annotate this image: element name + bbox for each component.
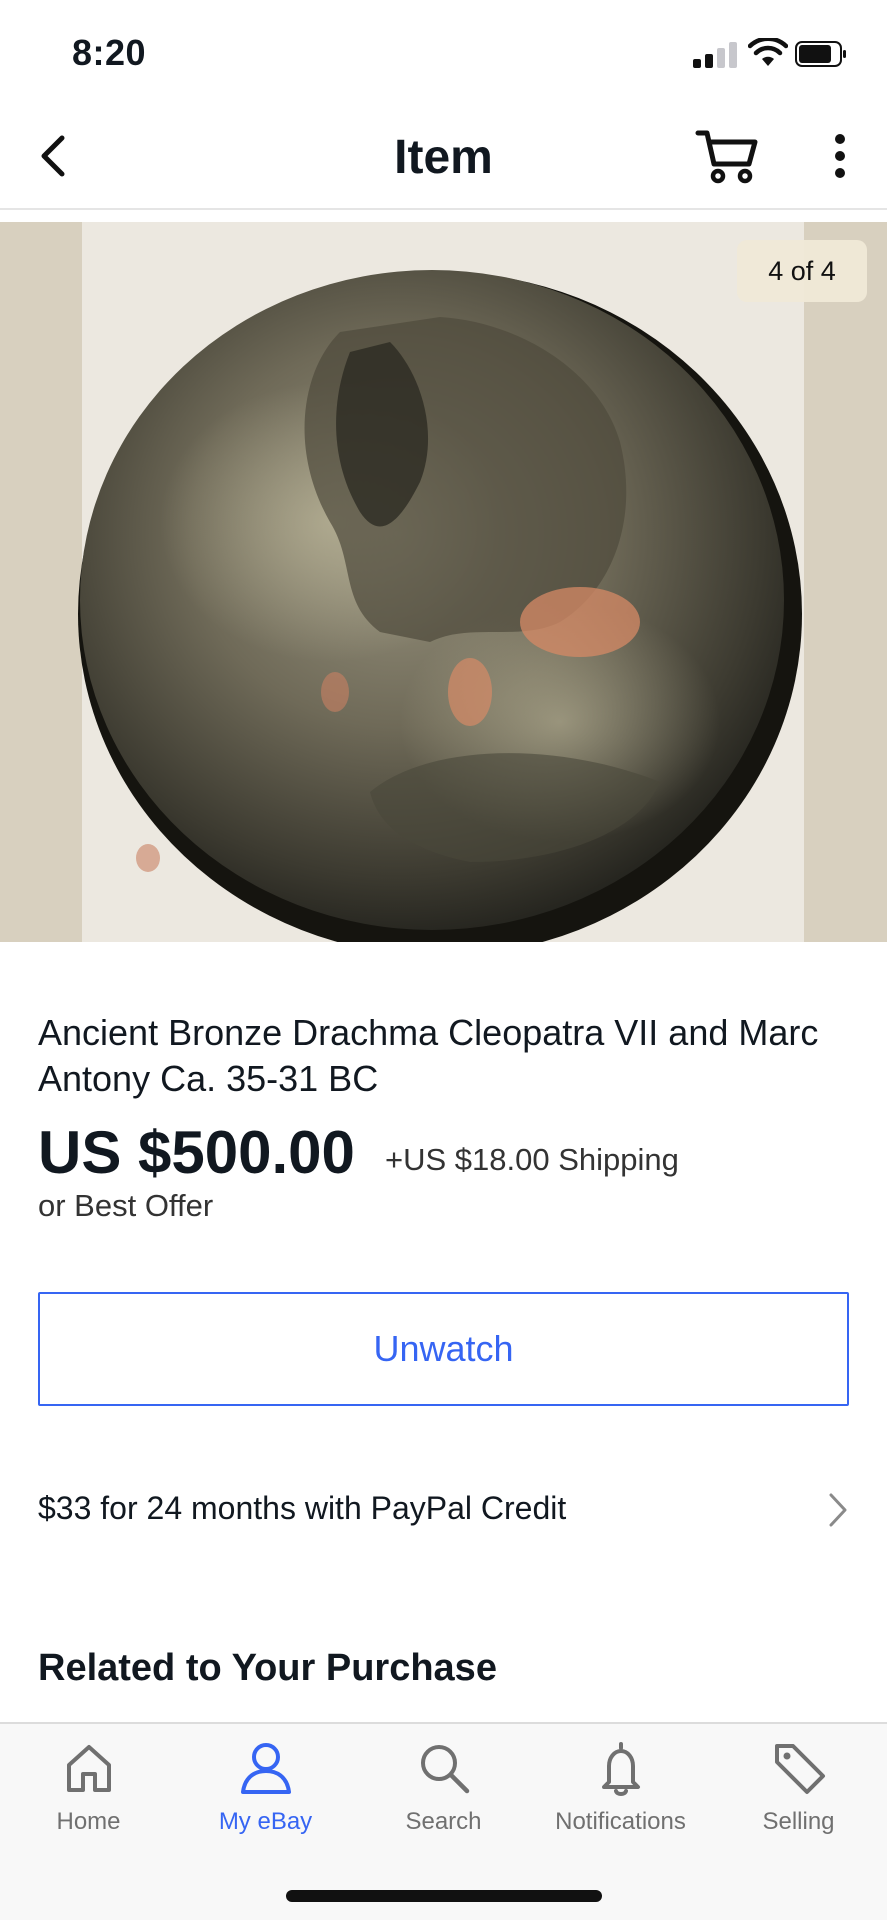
status-bar: 8:20 bbox=[0, 0, 887, 100]
wifi-icon bbox=[748, 38, 788, 66]
related-section-heading: Related to Your Purchase bbox=[38, 1647, 497, 1689]
person-icon bbox=[240, 1743, 291, 1794]
best-offer-text: or Best Offer bbox=[38, 1188, 214, 1223]
tag-icon bbox=[774, 1744, 825, 1794]
nav-bar: Item bbox=[0, 100, 887, 210]
unwatch-button[interactable]: Unwatch bbox=[38, 1292, 849, 1406]
tab-label: Notifications bbox=[555, 1808, 686, 1835]
tab-search[interactable]: Search bbox=[355, 1738, 532, 1858]
paypal-credit-row[interactable]: $33 for 24 months with PayPal Credit bbox=[0, 1470, 887, 1550]
item-page: 8:20 Item 4 of 4 Ancient Bronze Drachma … bbox=[0, 0, 887, 1920]
tab-selling[interactable]: Selling bbox=[710, 1738, 887, 1858]
item-title: Ancient Bronze Drachma Cleopatra VII and… bbox=[38, 1012, 819, 1099]
tab-home[interactable]: Home bbox=[0, 1738, 177, 1858]
paypal-credit-text: $33 for 24 months with PayPal Credit bbox=[38, 1490, 567, 1526]
status-time: 8:20 bbox=[72, 32, 147, 73]
cart-icon[interactable] bbox=[695, 126, 759, 186]
tab-notifications[interactable]: Notifications bbox=[532, 1738, 709, 1858]
chevron-right-icon bbox=[829, 1493, 847, 1527]
item-price: US $500.00 bbox=[38, 1119, 355, 1186]
tab-label: Search bbox=[405, 1808, 482, 1835]
tab-my-ebay[interactable]: My eBay bbox=[177, 1738, 354, 1858]
coin-image bbox=[78, 270, 802, 942]
more-options-icon[interactable] bbox=[820, 130, 860, 182]
bell-icon bbox=[601, 1742, 640, 1796]
signal-icon bbox=[693, 40, 737, 68]
tab-label: My eBay bbox=[218, 1808, 313, 1835]
shipping-cost: +US $18.00 Shipping bbox=[385, 1142, 679, 1177]
tab-label: Home bbox=[56, 1808, 121, 1835]
product-image-carousel[interactable]: 4 of 4 bbox=[0, 222, 887, 942]
image-counter-badge: 4 of 4 bbox=[737, 240, 867, 302]
home-icon bbox=[66, 1745, 111, 1792]
battery-icon bbox=[795, 41, 846, 67]
home-indicator bbox=[286, 1890, 602, 1902]
tab-label: Selling bbox=[762, 1808, 835, 1835]
search-icon bbox=[420, 1745, 469, 1794]
